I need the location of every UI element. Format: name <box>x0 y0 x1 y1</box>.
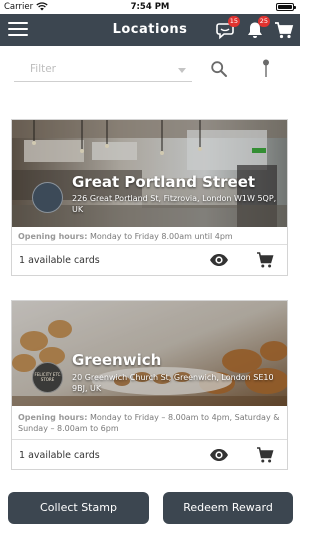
messages-button[interactable]: 15 <box>215 16 240 40</box>
opening-hours: Opening hours: Monday to Friday 8.00am u… <box>12 227 287 245</box>
location-pin-icon[interactable] <box>259 58 273 80</box>
cart-icon[interactable] <box>256 251 274 269</box>
opening-hours-label: Opening hours: <box>18 413 88 422</box>
card-footer: 1 available cards <box>12 440 287 470</box>
opening-hours-label: Opening hours: <box>18 232 88 241</box>
status-bar: Carrier 7:54 PM <box>0 0 300 14</box>
battery-icon <box>276 3 296 11</box>
location-name: Greenwich <box>72 351 162 369</box>
location-photo: Great Portland Street 226 Great Portland… <box>12 120 287 227</box>
nav-bar: Locations 15 25 <box>0 14 300 46</box>
card-footer: 1 available cards <box>12 245 287 275</box>
notifications-badge: 25 <box>257 16 270 27</box>
eye-icon[interactable] <box>209 447 229 463</box>
location-photo: FELICITY ETC STORE Greenwich 20 Greenwic… <box>12 301 287 406</box>
location-address: 20 Greenwich Church St, Greenwich, Londo… <box>72 373 274 393</box>
cart-icon <box>275 22 294 39</box>
location-name: Great Portland Street <box>72 173 256 191</box>
location-card[interactable]: Great Portland Street 226 Great Portland… <box>11 119 288 276</box>
available-cards-count: 1 available cards <box>19 450 100 461</box>
cart-icon[interactable] <box>256 446 274 464</box>
chevron-down-icon <box>178 68 186 73</box>
filter-placeholder: Filter <box>30 63 57 75</box>
filter-bar: Filter <box>0 46 300 94</box>
status-time: 7:54 PM <box>130 2 170 12</box>
notifications-button[interactable]: 25 <box>245 16 270 40</box>
opening-hours-text: Monday to Friday 8.00am until 4pm <box>89 232 233 241</box>
location-address: 226 Great Portland St, Fitzrovia, London… <box>72 194 277 214</box>
filter-dropdown[interactable]: Filter <box>14 58 192 82</box>
store-logo <box>32 182 63 213</box>
opening-hours: Opening hours: Monday to Friday – 8.00am… <box>12 406 287 440</box>
store-logo-text: FELICITY ETC STORE <box>34 372 61 382</box>
messages-badge: 15 <box>227 16 240 27</box>
collect-stamp-button[interactable]: Collect Stamp <box>8 492 149 524</box>
location-card[interactable]: FELICITY ETC STORE Greenwich 20 Greenwic… <box>11 300 288 470</box>
search-icon[interactable] <box>210 60 228 78</box>
available-cards-count: 1 available cards <box>19 255 100 266</box>
cart-button[interactable] <box>274 20 294 40</box>
redeem-reward-button[interactable]: Redeem Reward <box>163 492 293 524</box>
eye-icon[interactable] <box>209 252 229 268</box>
store-logo: FELICITY ETC STORE <box>32 362 63 393</box>
